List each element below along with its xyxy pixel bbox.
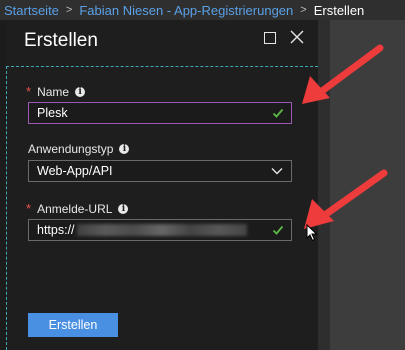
signon-url-label-row: * Anmelde-URL i — [26, 201, 129, 216]
app-type-label-row: Anwendungstyp i — [28, 142, 130, 156]
annotation-arrow — [302, 44, 384, 104]
info-icon[interactable]: i — [75, 86, 86, 97]
breadcrumb-separator: > — [65, 4, 73, 16]
required-marker: * — [26, 201, 32, 216]
checkmark-icon — [272, 225, 284, 235]
create-button[interactable]: Erstellen — [28, 313, 118, 337]
signon-url-input[interactable]: https:// — [28, 219, 292, 241]
app-type-label: Anwendungstyp — [28, 142, 114, 156]
name-input[interactable]: Plesk — [28, 102, 292, 124]
name-label-row: * Name i — [26, 84, 86, 99]
mouse-pointer-icon — [306, 224, 318, 242]
info-icon[interactable]: i — [118, 203, 129, 214]
breadcrumb-current: Erstellen — [313, 2, 365, 18]
checkmark-icon — [272, 108, 284, 118]
info-icon[interactable]: i — [119, 144, 130, 154]
required-marker: * — [26, 84, 32, 99]
name-label: Name — [37, 84, 70, 99]
breadcrumb: Startseite > Fabian Niesen - App-Registr… — [0, 0, 405, 20]
breadcrumb-separator: > — [300, 4, 307, 16]
blade-title: Erstellen — [24, 30, 98, 51]
signon-url-label: Anmelde-URL — [37, 201, 113, 216]
chevron-down-icon — [271, 168, 283, 175]
breadcrumb-home[interactable]: Startseite — [4, 3, 59, 18]
app-type-select[interactable]: Web-App/API — [28, 160, 292, 182]
redacted-url — [76, 224, 247, 236]
signon-url-value: https:// — [37, 223, 75, 237]
app-type-value: Web-App/API — [37, 164, 113, 178]
breadcrumb-app-registrations[interactable]: Fabian Niesen - App-Registrierungen — [79, 3, 293, 18]
name-value: Plesk — [37, 106, 68, 120]
maximize-icon[interactable] — [264, 32, 276, 44]
